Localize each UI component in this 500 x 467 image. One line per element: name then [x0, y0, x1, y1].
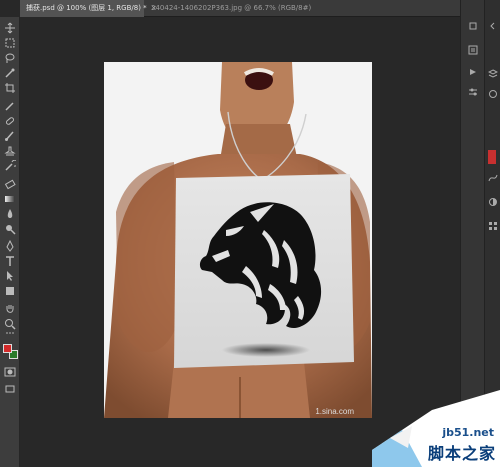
dodge-tool-icon[interactable] [3, 222, 17, 236]
adjustments-panel-icon[interactable] [487, 196, 499, 208]
type-tool-icon[interactable] [3, 254, 17, 268]
blur-tool-icon[interactable] [3, 207, 17, 221]
healing-brush-icon[interactable] [3, 114, 17, 128]
channels-panel-icon[interactable] [487, 88, 499, 100]
watermark-corner: jb51.net 脚本之家 [372, 390, 500, 467]
tab-label: 240424-1406202P363.jpg @ 66.7% (RGB/8#) [151, 4, 312, 12]
pen-tool-icon[interactable] [3, 239, 17, 253]
expand-panels-icon[interactable] [487, 20, 499, 32]
canvas-caption: 1.sina.com [315, 407, 354, 416]
brush-tool-icon[interactable] [3, 129, 17, 143]
marquee-tool-icon[interactable] [3, 36, 17, 50]
eraser-icon[interactable] [3, 177, 17, 191]
properties-panel-icon[interactable] [467, 86, 479, 98]
history-brush-icon[interactable] [3, 159, 17, 173]
watermark-site: jb51.net [442, 426, 494, 439]
crop-tool-icon[interactable] [3, 81, 17, 95]
paths-panel-icon[interactable] [487, 172, 499, 184]
more-tools-icon[interactable] [3, 330, 17, 336]
hand-tool-icon[interactable] [3, 302, 17, 316]
panel-toggle-icon[interactable] [467, 20, 479, 32]
shape-tool-icon[interactable] [3, 284, 17, 298]
document-tab-bar: 捕获.psd @ 100% (图层 1, RGB/8) * × 240424-1… [20, 0, 460, 17]
quick-select-icon[interactable] [3, 66, 17, 80]
actions-panel-icon[interactable] [467, 66, 479, 78]
tab-active-document[interactable]: 捕获.psd @ 100% (图层 1, RGB/8) * × [20, 0, 157, 17]
watermark-cn: 脚本之家 [427, 444, 496, 463]
quick-mask-icon[interactable] [3, 365, 17, 379]
gradient-tool-icon[interactable] [3, 192, 17, 206]
lasso-tool-icon[interactable] [3, 51, 17, 65]
styles-panel-icon[interactable] [487, 220, 499, 232]
clone-stamp-icon[interactable] [3, 144, 17, 158]
tab-second-document[interactable]: 240424-1406202P363.jpg @ 66.7% (RGB/8#) [145, 0, 325, 17]
eyedropper-icon[interactable] [3, 99, 17, 113]
screen-mode-icon[interactable] [3, 382, 17, 396]
color-indicator [488, 150, 496, 164]
path-select-icon[interactable] [3, 269, 17, 283]
foreground-color-swatch[interactable] [3, 344, 12, 353]
canvas-image: 1.sina.com [104, 62, 372, 418]
layers-panel-icon[interactable] [487, 68, 499, 80]
tab-label: 捕获.psd @ 100% (图层 1, RGB/8) * [26, 4, 147, 12]
move-tool-icon[interactable] [3, 21, 17, 35]
document-canvas[interactable]: 1.sina.com [104, 62, 372, 418]
history-panel-icon[interactable] [467, 44, 479, 56]
tools-panel [0, 17, 20, 467]
